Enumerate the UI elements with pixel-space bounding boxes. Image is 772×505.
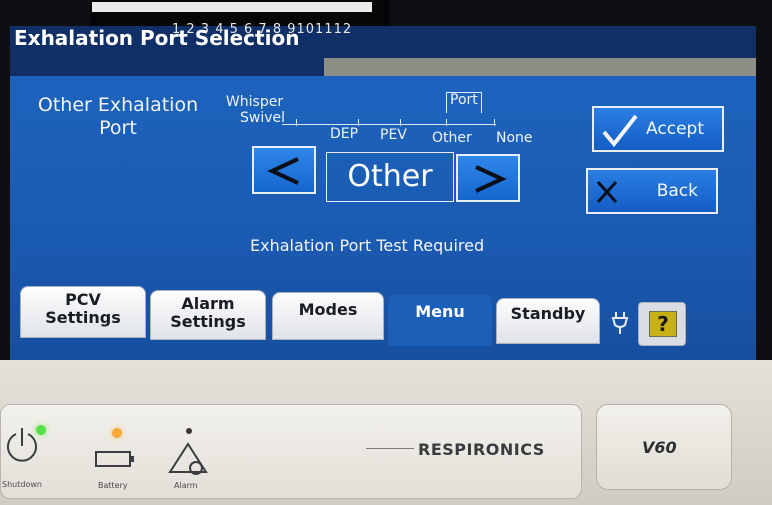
selected-value: Other	[326, 152, 454, 202]
alarm-bell-icon	[168, 442, 212, 480]
model-label: V60	[642, 438, 677, 457]
selector-tick	[358, 119, 359, 126]
option-none[interactable]: None	[496, 130, 533, 146]
option-whisper-swivel[interactable]: Whisper Swivel	[224, 94, 285, 126]
battery-led	[112, 428, 122, 438]
parameter-label-line2: Port	[99, 117, 137, 139]
power-plug-icon	[610, 310, 632, 340]
tab-pcv-line2: Settings	[45, 308, 121, 327]
selector-tick	[446, 119, 447, 126]
option-dep[interactable]: DEP	[330, 126, 358, 142]
help-button[interactable]: ?	[638, 302, 686, 346]
next-option-button[interactable]	[456, 154, 520, 202]
current-port-marker-label: Port	[450, 92, 478, 108]
page-title: Exhalation Port Selection	[14, 26, 300, 50]
tab-alarm-settings[interactable]: Alarm Settings	[150, 290, 266, 340]
alarm-led	[186, 428, 192, 434]
tab-alarm-line2: Settings	[170, 312, 246, 331]
title-underbar	[324, 58, 756, 76]
battery-label: Battery	[98, 481, 128, 490]
status-message: Exhalation Port Test Required	[250, 236, 485, 255]
chevron-left-icon	[267, 157, 299, 185]
option-pev[interactable]: PEV	[380, 127, 407, 143]
checkmark-icon	[602, 114, 638, 148]
option-whisper-line1: Whisper	[225, 94, 284, 110]
previous-scale-bar	[92, 2, 372, 12]
tab-pcv-settings[interactable]: PCV Settings	[20, 286, 146, 338]
tab-modes[interactable]: Modes	[272, 292, 384, 340]
option-other[interactable]: Other	[432, 130, 472, 146]
brand-divider	[366, 448, 414, 449]
tab-alarm-line1: Alarm	[181, 294, 235, 313]
parameter-label: Other Exhalation Port	[20, 94, 216, 140]
power-icon[interactable]	[6, 428, 38, 476]
selector-tick	[494, 119, 495, 126]
help-icon: ?	[649, 311, 677, 337]
shutdown-label: Shutdown	[2, 480, 42, 489]
previous-option-button[interactable]	[252, 146, 316, 194]
brand-logo: RESPIRONICS	[418, 440, 545, 459]
selector-scale-line	[282, 124, 496, 125]
accept-label: Accept	[646, 119, 704, 139]
accept-button[interactable]: Accept	[592, 106, 724, 152]
option-whisper-line2: Swivel	[240, 110, 286, 126]
tab-menu[interactable]: Menu	[388, 294, 492, 346]
alarm-label: Alarm	[174, 481, 198, 490]
parameter-label-line1: Other Exhalation	[37, 94, 199, 116]
battery-icon	[94, 448, 136, 474]
back-button[interactable]: Back	[586, 168, 718, 214]
back-label: Back	[656, 181, 698, 201]
selector-tick	[296, 119, 297, 126]
tab-pcv-line1: PCV	[65, 290, 101, 309]
tab-standby[interactable]: Standby	[496, 298, 600, 344]
selector-tick	[400, 119, 401, 126]
chevron-right-icon	[475, 165, 507, 193]
x-icon	[596, 180, 618, 204]
